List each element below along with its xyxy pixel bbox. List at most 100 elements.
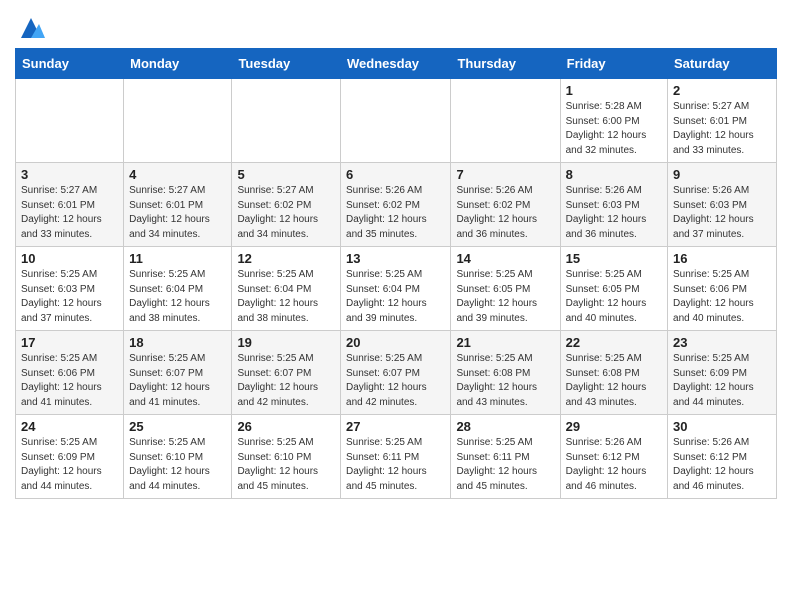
day-info: Sunrise: 5:27 AMSunset: 6:01 PMDaylight:… (21, 184, 118, 242)
day-number: 2 (673, 83, 771, 98)
day-number: 3 (21, 167, 118, 182)
day-cell: 4 Sunrise: 5:27 AMSunset: 6:01 PMDaylight… (124, 163, 232, 247)
day-cell: 25 Sunrise: 5:25 AMSunset: 6:10 PMDayligh… (124, 415, 232, 499)
day-cell (341, 79, 451, 163)
day-cell: 14Sunrise: 5:25 AMSunset: 6:05 PMDayligh… (451, 247, 560, 331)
day-cell: 11 Sunrise: 5:25 AMSunset: 6:04 PMDayligh… (124, 247, 232, 331)
day-cell: 7 Sunrise: 5:26 AMSunset: 6:02 PMDaylight… (451, 163, 560, 247)
day-number: 10 (21, 251, 118, 266)
day-info: Sunrise: 5:25 AMSunset: 6:06 PMDaylight:… (21, 352, 118, 410)
day-cell (232, 79, 341, 163)
day-info: Sunrise: 5:27 AMSunset: 6:02 PMDaylight:… (237, 184, 335, 242)
week-row-4: 17 Sunrise: 5:25 AMSunset: 6:06 PMDayligh… (16, 331, 777, 415)
logo (15, 18, 45, 42)
day-cell: 28 Sunrise: 5:25 AMSunset: 6:11 PMDayligh… (451, 415, 560, 499)
calendar: SundayMondayTuesdayWednesdayThursdayFrid… (15, 48, 777, 499)
week-row-5: 24Sunrise: 5:25 AMSunset: 6:09 PMDayligh… (16, 415, 777, 499)
day-cell: 22Sunrise: 5:25 AMSunset: 6:08 PMDayligh… (560, 331, 667, 415)
day-number: 21 (456, 335, 554, 350)
day-info: Sunrise: 5:25 AMSunset: 6:08 PMDaylight:… (456, 352, 554, 410)
day-cell: 19 Sunrise: 5:25 AMSunset: 6:07 PMDayligh… (232, 331, 341, 415)
day-info: Sunrise: 5:25 AMSunset: 6:10 PMDaylight:… (129, 436, 226, 494)
day-number: 11 (129, 251, 226, 266)
day-number: 12 (237, 251, 335, 266)
day-cell: 13Sunrise: 5:25 AMSunset: 6:04 PMDayligh… (341, 247, 451, 331)
day-cell: 12 Sunrise: 5:25 AMSunset: 6:04 PMDayligh… (232, 247, 341, 331)
day-cell: 29Sunrise: 5:26 AMSunset: 6:12 PMDayligh… (560, 415, 667, 499)
day-info: Sunrise: 5:25 AMSunset: 6:11 PMDaylight:… (346, 436, 445, 494)
day-number: 30 (673, 419, 771, 434)
day-cell: 2 Sunrise: 5:27 AMSunset: 6:01 PMDaylight… (668, 79, 777, 163)
day-info: Sunrise: 5:25 AMSunset: 6:04 PMDaylight:… (237, 268, 335, 326)
day-cell: 26 Sunrise: 5:25 AMSunset: 6:10 PMDayligh… (232, 415, 341, 499)
day-info: Sunrise: 5:25 AMSunset: 6:07 PMDaylight:… (346, 352, 445, 410)
logo-icon (17, 14, 45, 42)
day-cell (16, 79, 124, 163)
day-number: 27 (346, 419, 445, 434)
day-number: 16 (673, 251, 771, 266)
weekday-header-row: SundayMondayTuesdayWednesdayThursdayFrid… (16, 49, 777, 79)
day-info: Sunrise: 5:25 AMSunset: 6:07 PMDaylight:… (129, 352, 226, 410)
weekday-monday: Monday (124, 49, 232, 79)
day-number: 9 (673, 167, 771, 182)
day-number: 26 (237, 419, 335, 434)
day-cell (124, 79, 232, 163)
day-info: Sunrise: 5:28 AMSunset: 6:00 PMDaylight:… (566, 100, 662, 158)
day-number: 15 (566, 251, 662, 266)
day-info: Sunrise: 5:26 AMSunset: 6:03 PMDaylight:… (566, 184, 662, 242)
day-info: Sunrise: 5:25 AMSunset: 6:04 PMDaylight:… (346, 268, 445, 326)
day-cell: 27 Sunrise: 5:25 AMSunset: 6:11 PMDayligh… (341, 415, 451, 499)
day-info: Sunrise: 5:25 AMSunset: 6:05 PMDaylight:… (456, 268, 554, 326)
weekday-friday: Friday (560, 49, 667, 79)
day-info: Sunrise: 5:25 AMSunset: 6:11 PMDaylight:… (456, 436, 554, 494)
day-info: Sunrise: 5:25 AMSunset: 6:09 PMDaylight:… (673, 352, 771, 410)
day-info: Sunrise: 5:25 AMSunset: 6:03 PMDaylight:… (21, 268, 118, 326)
day-info: Sunrise: 5:25 AMSunset: 6:07 PMDaylight:… (237, 352, 335, 410)
day-number: 25 (129, 419, 226, 434)
day-number: 19 (237, 335, 335, 350)
weekday-thursday: Thursday (451, 49, 560, 79)
weekday-wednesday: Wednesday (341, 49, 451, 79)
day-number: 5 (237, 167, 335, 182)
day-cell (451, 79, 560, 163)
day-number: 8 (566, 167, 662, 182)
day-number: 4 (129, 167, 226, 182)
day-info: Sunrise: 5:25 AMSunset: 6:05 PMDaylight:… (566, 268, 662, 326)
weekday-saturday: Saturday (668, 49, 777, 79)
day-info: Sunrise: 5:25 AMSunset: 6:06 PMDaylight:… (673, 268, 771, 326)
day-info: Sunrise: 5:26 AMSunset: 6:03 PMDaylight:… (673, 184, 771, 242)
day-cell: 1 Sunrise: 5:28 AMSunset: 6:00 PMDaylight… (560, 79, 667, 163)
day-info: Sunrise: 5:26 AMSunset: 6:02 PMDaylight:… (346, 184, 445, 242)
day-cell: 17 Sunrise: 5:25 AMSunset: 6:06 PMDayligh… (16, 331, 124, 415)
day-cell: 21 Sunrise: 5:25 AMSunset: 6:08 PMDayligh… (451, 331, 560, 415)
weekday-sunday: Sunday (16, 49, 124, 79)
day-cell: 23Sunrise: 5:25 AMSunset: 6:09 PMDayligh… (668, 331, 777, 415)
day-info: Sunrise: 5:27 AMSunset: 6:01 PMDaylight:… (673, 100, 771, 158)
day-info: Sunrise: 5:26 AMSunset: 6:02 PMDaylight:… (456, 184, 554, 242)
day-info: Sunrise: 5:27 AMSunset: 6:01 PMDaylight:… (129, 184, 226, 242)
day-cell: 10 Sunrise: 5:25 AMSunset: 6:03 PMDayligh… (16, 247, 124, 331)
day-number: 7 (456, 167, 554, 182)
week-row-1: 1 Sunrise: 5:28 AMSunset: 6:00 PMDaylight… (16, 79, 777, 163)
day-cell: 3 Sunrise: 5:27 AMSunset: 6:01 PMDaylight… (16, 163, 124, 247)
day-number: 20 (346, 335, 445, 350)
day-number: 28 (456, 419, 554, 434)
day-cell: 8 Sunrise: 5:26 AMSunset: 6:03 PMDaylight… (560, 163, 667, 247)
day-info: Sunrise: 5:25 AMSunset: 6:10 PMDaylight:… (237, 436, 335, 494)
day-info: Sunrise: 5:25 AMSunset: 6:08 PMDaylight:… (566, 352, 662, 410)
day-cell: 30Sunrise: 5:26 AMSunset: 6:12 PMDayligh… (668, 415, 777, 499)
day-number: 29 (566, 419, 662, 434)
day-cell: 9 Sunrise: 5:26 AMSunset: 6:03 PMDaylight… (668, 163, 777, 247)
day-number: 1 (566, 83, 662, 98)
day-number: 17 (21, 335, 118, 350)
day-cell: 15 Sunrise: 5:25 AMSunset: 6:05 PMDayligh… (560, 247, 667, 331)
page: SundayMondayTuesdayWednesdayThursdayFrid… (0, 0, 792, 514)
weekday-tuesday: Tuesday (232, 49, 341, 79)
day-number: 6 (346, 167, 445, 182)
day-cell: 5 Sunrise: 5:27 AMSunset: 6:02 PMDaylight… (232, 163, 341, 247)
week-row-3: 10 Sunrise: 5:25 AMSunset: 6:03 PMDayligh… (16, 247, 777, 331)
day-cell: 18 Sunrise: 5:25 AMSunset: 6:07 PMDayligh… (124, 331, 232, 415)
day-number: 18 (129, 335, 226, 350)
day-info: Sunrise: 5:25 AMSunset: 6:04 PMDaylight:… (129, 268, 226, 326)
day-cell: 6 Sunrise: 5:26 AMSunset: 6:02 PMDaylight… (341, 163, 451, 247)
